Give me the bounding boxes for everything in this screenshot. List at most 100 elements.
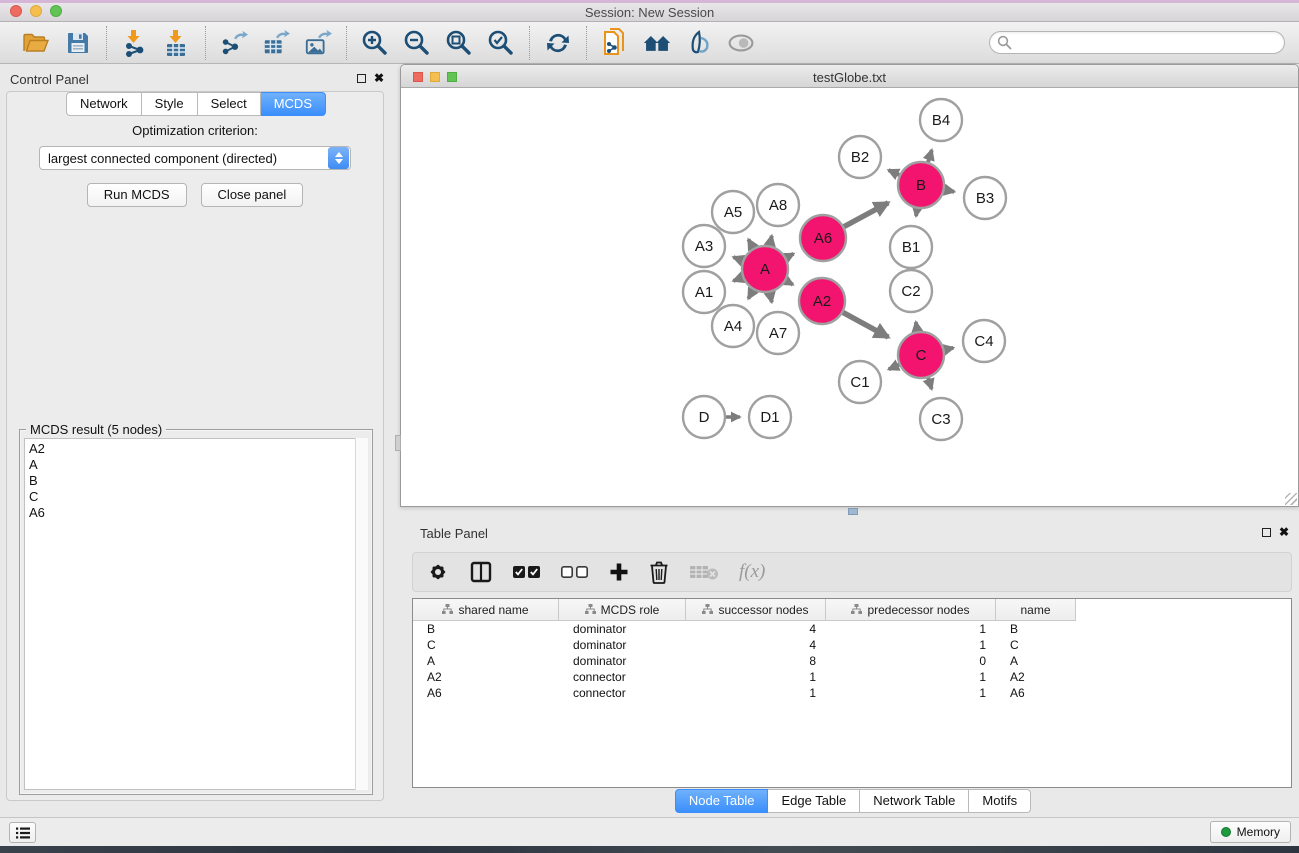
table-close-panel-icon[interactable]: ✖ <box>1279 526 1289 538</box>
deselect-all-icon[interactable] <box>561 565 589 579</box>
column-header-name[interactable]: name <box>996 599 1076 621</box>
node-table[interactable]: shared nameMCDS role successor nodes prede… <box>412 598 1292 788</box>
close-panel-button[interactable]: Close panel <box>201 183 304 207</box>
node-C1[interactable]: C1 <box>839 361 881 403</box>
node-A6[interactable]: A6 <box>800 215 846 261</box>
tab-edge-table[interactable]: Edge Table <box>768 789 860 813</box>
column-header-successor-nodes[interactable]: successor nodes <box>686 599 826 621</box>
mcds-result-list[interactable]: A2ABCA6 <box>24 438 368 790</box>
result-item[interactable]: A <box>29 457 367 473</box>
tab-select[interactable]: Select <box>198 92 261 116</box>
table-float-panel-icon[interactable] <box>1262 528 1271 537</box>
zoom-in-icon[interactable] <box>361 29 389 57</box>
tab-network-table[interactable]: Network Table <box>860 789 969 813</box>
node-A5[interactable]: A5 <box>712 191 754 233</box>
zoom-fit-icon[interactable] <box>445 29 473 57</box>
cell-shared-name: A2 <box>413 669 559 685</box>
network-window-titlebar[interactable]: testGlobe.txt <box>401 65 1298 88</box>
zoom-selected-icon[interactable] <box>487 29 515 57</box>
cell-successor-nodes: 1 <box>686 669 826 685</box>
select-all-icon[interactable] <box>513 565 541 579</box>
search-input[interactable] <box>989 31 1285 54</box>
node-A7[interactable]: A7 <box>757 312 799 354</box>
node-C4[interactable]: C4 <box>963 320 1005 362</box>
show-hide-icon[interactable] <box>727 29 755 57</box>
function-builder-icon[interactable]: f(x) <box>739 561 765 583</box>
node-B4[interactable]: B4 <box>920 99 962 141</box>
tab-mcds[interactable]: MCDS <box>261 92 326 116</box>
table-row[interactable]: A2connector11A2 <box>413 669 1291 685</box>
delete-table-icon[interactable] <box>689 563 719 581</box>
table-row[interactable]: Adominator80A <box>413 653 1291 669</box>
close-panel-icon[interactable]: ✖ <box>374 72 384 84</box>
run-mcds-button[interactable]: Run MCDS <box>87 183 187 207</box>
export-network-icon[interactable] <box>220 29 248 57</box>
memory-button[interactable]: Memory <box>1210 821 1291 843</box>
zoom-out-icon[interactable] <box>403 29 431 57</box>
horizontal-splitter-handle[interactable] <box>848 508 858 515</box>
column-header-label: successor nodes <box>718 603 808 617</box>
node-D1[interactable]: D1 <box>749 396 791 438</box>
network-canvas[interactable]: A A1 A2 A3 A4 A5 A6 A7 A8 B B1 B2 B3 B4 C C1 C2 C3 C4 D D1 <box>401 88 1298 506</box>
tab-motifs[interactable]: Motifs <box>969 789 1031 813</box>
node-A1[interactable]: A1 <box>683 271 725 313</box>
refresh-layout-icon[interactable] <box>544 29 572 57</box>
node-C3[interactable]: C3 <box>920 398 962 440</box>
float-panel-icon[interactable] <box>357 74 366 83</box>
table-row[interactable]: Bdominator41B <box>413 621 1291 637</box>
edge-A2-C[interactable] <box>840 311 888 337</box>
edge-A6-B[interactable] <box>841 203 888 228</box>
criterion-select[interactable]: largest connected component (directed) <box>39 146 351 170</box>
export-image-icon[interactable] <box>304 29 332 57</box>
node-label: B3 <box>976 190 994 207</box>
tab-network[interactable]: Network <box>66 92 142 116</box>
mcds-result-title: MCDS result (5 nodes) <box>26 422 166 437</box>
copy-style-icon[interactable] <box>601 29 629 57</box>
node-D[interactable]: D <box>683 396 725 438</box>
cell-predecessor-nodes: 1 <box>826 685 996 701</box>
node-C2[interactable]: C2 <box>890 270 932 312</box>
criterion-selected-value: largest connected component (directed) <box>40 151 328 166</box>
node-A3[interactable]: A3 <box>683 225 725 267</box>
node-A2[interactable]: A2 <box>799 278 845 324</box>
save-session-icon[interactable] <box>64 29 92 57</box>
node-A4[interactable]: A4 <box>712 305 754 347</box>
table-row[interactable]: Cdominator41C <box>413 637 1291 653</box>
task-history-button[interactable] <box>9 822 36 843</box>
column-header-predecessor-nodes[interactable]: predecessor nodes <box>826 599 996 621</box>
column-header-MCDS-role[interactable]: MCDS role <box>559 599 686 621</box>
gear-icon[interactable] <box>427 561 449 583</box>
columns-icon[interactable] <box>469 560 493 584</box>
export-table-icon[interactable] <box>262 29 290 57</box>
result-item[interactable]: B <box>29 473 367 489</box>
paint-style-icon[interactable] <box>685 29 713 57</box>
memory-label: Memory <box>1237 825 1280 839</box>
node-label: D <box>699 409 710 426</box>
home-view-icon[interactable] <box>643 29 671 57</box>
node-A8[interactable]: A8 <box>757 184 799 226</box>
sort-tree-icon <box>702 603 713 617</box>
node-B[interactable]: B <box>898 162 944 208</box>
import-network-icon[interactable] <box>121 29 149 57</box>
tab-style[interactable]: Style <box>142 92 198 116</box>
result-scrollbar[interactable] <box>355 438 368 790</box>
tab-node-table[interactable]: Node Table <box>675 789 769 813</box>
import-table-icon[interactable] <box>163 29 191 57</box>
node-B2[interactable]: B2 <box>839 136 881 178</box>
resize-grip[interactable] <box>1285 493 1297 505</box>
node-A[interactable]: A <box>742 246 788 292</box>
node-C[interactable]: C <box>898 332 944 378</box>
add-column-icon[interactable] <box>609 562 629 582</box>
delete-column-icon[interactable] <box>649 560 669 584</box>
result-item[interactable]: A6 <box>29 505 367 521</box>
node-label: C4 <box>974 333 993 350</box>
node-B3[interactable]: B3 <box>964 177 1006 219</box>
result-item[interactable]: C <box>29 489 367 505</box>
column-header-shared-name[interactable]: shared name <box>413 599 559 621</box>
vertical-splitter-handle[interactable] <box>395 435 401 451</box>
sort-tree-icon <box>442 603 453 617</box>
open-file-icon[interactable] <box>22 29 50 57</box>
result-item[interactable]: A2 <box>29 441 367 457</box>
table-row[interactable]: A6connector11A6 <box>413 685 1291 701</box>
node-B1[interactable]: B1 <box>890 226 932 268</box>
